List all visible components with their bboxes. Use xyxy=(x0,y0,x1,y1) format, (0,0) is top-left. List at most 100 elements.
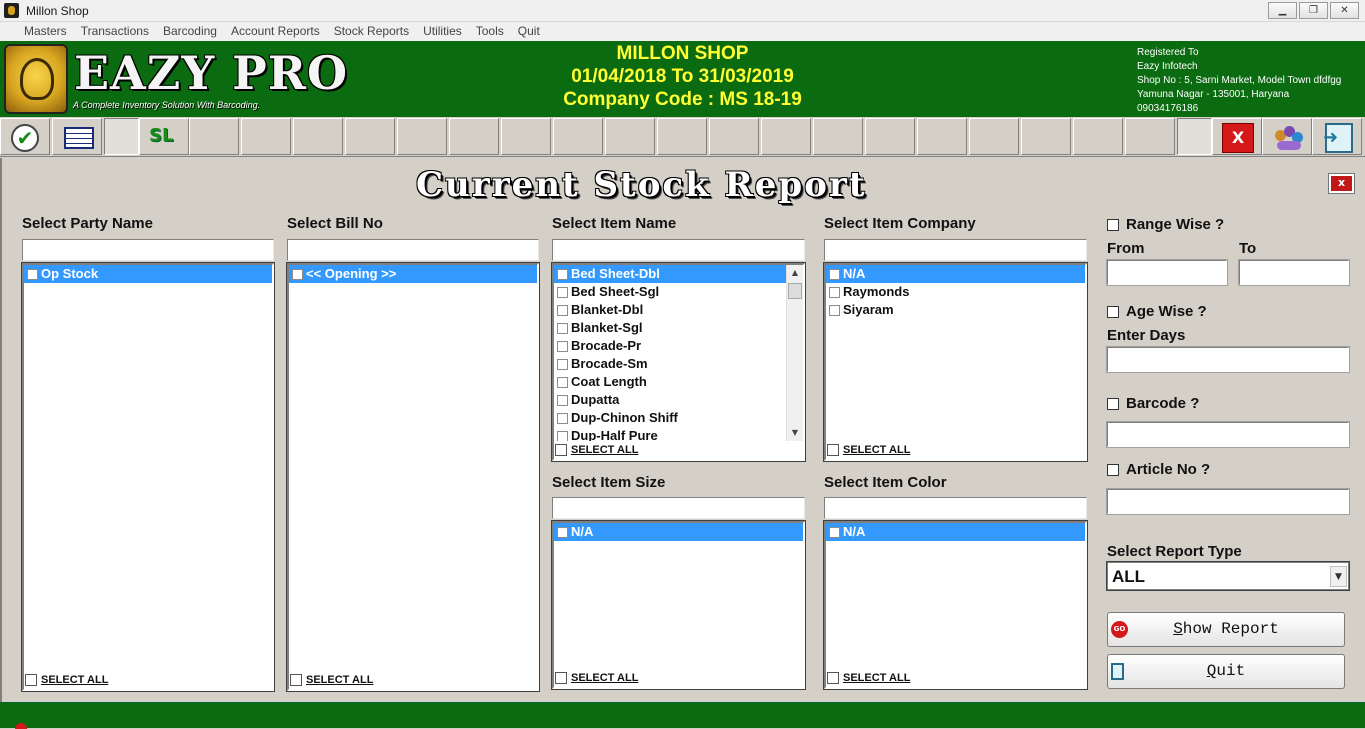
toolbar-slot[interactable] xyxy=(813,118,863,155)
barcode-checkbox[interactable] xyxy=(1107,398,1119,410)
chevron-down-icon[interactable]: ▼ xyxy=(1330,566,1347,587)
toolbar-slot[interactable] xyxy=(1021,118,1071,155)
toolbar-slot[interactable] xyxy=(397,118,447,155)
list-item[interactable]: << Opening >> xyxy=(289,265,537,283)
list-item[interactable]: N/A xyxy=(554,523,803,541)
list-item[interactable]: N/A xyxy=(826,523,1085,541)
checkbox[interactable] xyxy=(557,305,568,316)
party-select-all[interactable]: SELECT ALL xyxy=(24,671,272,689)
menu-tools[interactable]: Tools xyxy=(469,22,511,41)
bill-search-input[interactable] xyxy=(287,239,539,261)
menu-stock-reports[interactable]: Stock Reports xyxy=(327,22,416,41)
toolbar-slot[interactable] xyxy=(761,118,811,155)
barcode-input[interactable] xyxy=(1106,421,1350,448)
list-item[interactable]: Dup-Chinon Shiff xyxy=(554,409,803,427)
scroll-down-icon[interactable]: ▼ xyxy=(787,425,803,441)
menu-barcoding[interactable]: Barcoding xyxy=(156,22,224,41)
list-item[interactable]: Raymonds xyxy=(826,283,1085,301)
item-search-input[interactable] xyxy=(552,239,805,261)
toolbar-slot[interactable] xyxy=(917,118,967,155)
toolbar-slot[interactable] xyxy=(605,118,655,155)
toolbar-slot[interactable] xyxy=(709,118,759,155)
checkbox[interactable] xyxy=(829,305,840,316)
checkbox[interactable] xyxy=(290,674,302,686)
checkbox[interactable] xyxy=(829,269,840,280)
toolbar-ok-button[interactable]: ✔ xyxy=(0,118,50,155)
menu-transactions[interactable]: Transactions xyxy=(74,22,156,41)
color-list[interactable]: N/A SELECT ALL xyxy=(823,520,1088,690)
checkbox[interactable] xyxy=(829,527,840,538)
item-select-all[interactable]: SELECT ALL xyxy=(554,441,803,459)
checkbox[interactable] xyxy=(827,444,839,456)
checkbox[interactable] xyxy=(557,395,568,406)
checkbox[interactable] xyxy=(25,674,37,686)
range-wise-checkbox[interactable] xyxy=(1107,219,1119,231)
report-type-select[interactable]: ALL ▼ xyxy=(1106,561,1350,591)
range-to-input[interactable] xyxy=(1238,259,1350,286)
menu-quit[interactable]: Quit xyxy=(511,22,547,41)
age-wise-checkbox[interactable] xyxy=(1107,306,1119,318)
size-list[interactable]: N/A SELECT ALL xyxy=(551,520,806,690)
checkbox[interactable] xyxy=(557,359,568,370)
list-item[interactable]: Op Stock xyxy=(24,265,272,283)
checkbox[interactable] xyxy=(557,269,568,280)
toolbar-slot[interactable] xyxy=(345,118,395,155)
toolbar-slot[interactable] xyxy=(293,118,343,155)
list-item[interactable]: Bed Sheet-Dbl xyxy=(554,265,786,283)
list-item[interactable]: Blanket-Sgl xyxy=(554,319,803,337)
checkbox[interactable] xyxy=(557,377,568,388)
list-item[interactable]: Brocade-Sm xyxy=(554,355,803,373)
menu-masters[interactable]: Masters xyxy=(17,22,74,41)
article-no-checkbox[interactable] xyxy=(1107,464,1119,476)
list-item[interactable]: Siyaram xyxy=(826,301,1085,319)
company-list[interactable]: N/A Raymonds Siyaram SELECT ALL xyxy=(823,262,1088,462)
close-window-button[interactable]: ✕ xyxy=(1330,2,1359,19)
menu-account-reports[interactable]: Account Reports xyxy=(224,22,327,41)
size-select-all[interactable]: SELECT ALL xyxy=(554,669,803,687)
checkbox[interactable] xyxy=(827,672,839,684)
toolbar-slot[interactable] xyxy=(189,118,239,155)
company-select-all[interactable]: SELECT ALL xyxy=(826,441,1085,459)
company-search-input[interactable] xyxy=(824,239,1087,261)
restore-button[interactable]: ❐ xyxy=(1299,2,1328,19)
toolbar-slot[interactable] xyxy=(241,118,291,155)
checkbox[interactable] xyxy=(555,672,567,684)
toolbar-slot[interactable] xyxy=(865,118,915,155)
list-item[interactable]: Bed Sheet-Sgl xyxy=(554,283,803,301)
toolbar-slot[interactable] xyxy=(969,118,1019,155)
list-item[interactable]: Brocade-Pr xyxy=(554,337,803,355)
list-item[interactable]: Coat Length xyxy=(554,373,803,391)
party-list[interactable]: Op Stock SELECT ALL xyxy=(21,262,275,692)
toolbar-slot[interactable] xyxy=(657,118,707,155)
toolbar-slot[interactable] xyxy=(501,118,551,155)
list-item[interactable]: N/A xyxy=(826,265,1085,283)
minimize-button[interactable]: ▁ xyxy=(1268,2,1297,19)
checkbox[interactable] xyxy=(557,323,568,334)
checkbox[interactable] xyxy=(27,269,38,280)
menu-utilities[interactable]: Utilities xyxy=(416,22,469,41)
size-search-input[interactable] xyxy=(552,497,805,519)
toolbar-slot[interactable] xyxy=(1125,118,1175,155)
toolbar-slot[interactable] xyxy=(553,118,603,155)
checkbox[interactable] xyxy=(557,413,568,424)
checkbox[interactable] xyxy=(557,341,568,352)
toolbar-close-button[interactable]: X xyxy=(1212,118,1262,155)
toolbar-slot[interactable] xyxy=(449,118,499,155)
bill-select-all[interactable]: SELECT ALL xyxy=(289,671,537,689)
toolbar-grid-button[interactable] xyxy=(52,118,102,155)
item-list[interactable]: Bed Sheet-Dbl Bed Sheet-Sgl Blanket-Dbl … xyxy=(551,262,806,462)
toolbar-sl-button[interactable]: SL xyxy=(139,118,189,155)
form-close-button[interactable]: x xyxy=(1328,173,1355,194)
party-search-input[interactable] xyxy=(22,239,274,261)
list-item[interactable]: Blanket-Dbl xyxy=(554,301,803,319)
article-no-input[interactable] xyxy=(1106,488,1350,515)
toolbar-slot[interactable] xyxy=(1073,118,1123,155)
quit-button[interactable]: Quit xyxy=(1107,654,1345,689)
toolbar-exit-button[interactable] xyxy=(1312,118,1362,155)
toolbar-users-button[interactable] xyxy=(1262,118,1312,155)
list-item[interactable]: Dupatta xyxy=(554,391,803,409)
scroll-up-icon[interactable]: ▲ xyxy=(787,265,803,281)
scroll-thumb[interactable] xyxy=(788,283,802,299)
checkbox[interactable] xyxy=(829,287,840,298)
checkbox[interactable] xyxy=(557,287,568,298)
